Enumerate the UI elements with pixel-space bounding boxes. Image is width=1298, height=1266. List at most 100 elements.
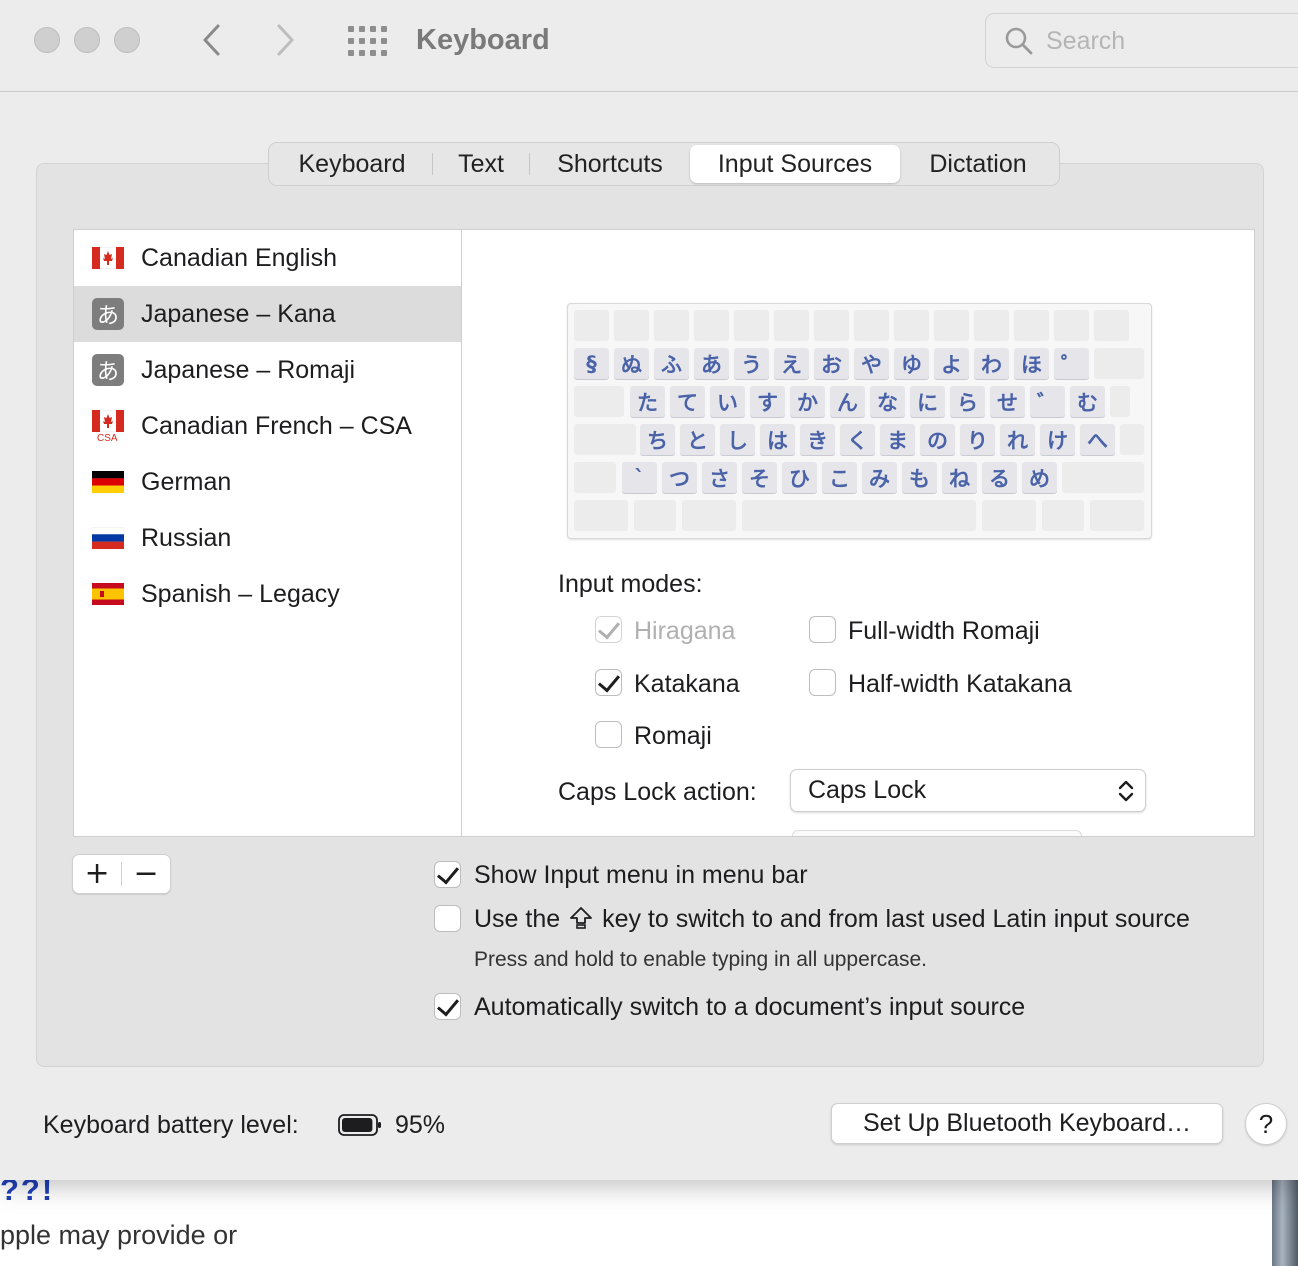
tab-label: Input Sources: [717, 149, 873, 178]
tab-label: Text: [458, 149, 504, 178]
partially-hidden-control: [792, 830, 1082, 836]
keyboard-key-labeled: け: [1040, 424, 1075, 455]
keyboard-key-labeled: ま: [880, 424, 915, 455]
show-all-grid-icon[interactable]: [346, 24, 387, 56]
list-item-label: Japanese – Romaji: [141, 355, 356, 384]
list-item-label: German: [141, 467, 232, 496]
minimize-window-button[interactable]: [74, 27, 100, 53]
keyboard-key-labeled: ゜: [1054, 348, 1089, 379]
keyboard-key-labeled: さ: [702, 462, 737, 493]
keyboard-key-labeled: §: [574, 348, 609, 379]
keyboard-key-labeled: わ: [974, 348, 1009, 379]
keyboard-key-labeled: す: [750, 386, 785, 417]
search-icon: [1005, 27, 1033, 55]
battery-icon: [338, 1114, 381, 1136]
keyboard-key: [814, 310, 849, 341]
keyboard-key-labeled: ゛: [1030, 386, 1065, 417]
caps-lock-action-value: Caps Lock: [808, 776, 927, 804]
list-item-label: Japanese – Kana: [141, 299, 336, 328]
add-remove-control: + −: [72, 854, 171, 894]
keyboard-key-labeled: に: [910, 386, 945, 417]
list-item-label: Russian: [141, 523, 232, 552]
updown-chevron-icon: [1118, 780, 1134, 802]
keyboard-key: [982, 500, 1036, 531]
battery-level-label: Keyboard battery level:: [43, 1111, 299, 1139]
list-item-label: Canadian English: [141, 243, 337, 272]
keyboard-key-labeled: ね: [942, 462, 977, 493]
zoom-window-button[interactable]: [114, 27, 140, 53]
show-input-menu-label: Show Input menu in menu bar: [474, 861, 808, 889]
keyboard-key-labeled: と: [680, 424, 715, 455]
show-input-menu-checkbox[interactable]: [434, 861, 461, 888]
keyboard-key-labeled: ほ: [1014, 348, 1049, 379]
list-item-spanish-legacy[interactable]: Spanish – Legacy: [74, 566, 461, 622]
keyboard-key-labeled: し: [720, 424, 755, 455]
keyboard-layout-preview: § ぬふあうえおやゆよわほ゜たていすかんなにらせ゛むちとしはきくまのりれけへ ` つさ…: [567, 303, 1152, 539]
tab-label: Shortcuts: [557, 149, 663, 178]
tab-dictation[interactable]: Dictation: [900, 145, 1056, 183]
list-item-japanese-romaji[interactable]: あ Japanese – Romaji: [74, 342, 461, 398]
list-item-japanese-kana[interactable]: あ Japanese – Kana: [74, 286, 461, 342]
keyboard-key-labeled: へ: [1080, 424, 1115, 455]
keyboard-key-labeled: ゆ: [894, 348, 929, 379]
keyboard-key-labeled: む: [1070, 386, 1105, 417]
tab-text[interactable]: Text: [433, 145, 529, 183]
keyboard-key: [1120, 424, 1144, 455]
help-button[interactable]: ?: [1245, 1103, 1287, 1145]
keyboard-key: [934, 310, 969, 341]
auto-switch-label: Automatically switch to a document’s inp…: [474, 993, 1026, 1021]
keyboard-key-labeled: る: [982, 462, 1017, 493]
forward-button[interactable]: [264, 18, 308, 62]
caps-lock-action-select[interactable]: Caps Lock: [790, 769, 1146, 812]
add-input-source-button[interactable]: +: [73, 855, 121, 893]
list-item-russian[interactable]: Russian: [74, 510, 461, 566]
setup-bluetooth-keyboard-button[interactable]: Set Up Bluetooth Keyboard…: [831, 1103, 1223, 1144]
keyboard-key: [774, 310, 809, 341]
tab-keyboard[interactable]: Keyboard: [272, 145, 432, 183]
use-caps-key-label-post: key to switch to and from last used Lati…: [602, 905, 1190, 933]
tab-label: Keyboard: [298, 149, 406, 178]
half-width-katakana-label: Half-width Katakana: [848, 670, 1072, 698]
close-window-button[interactable]: [34, 27, 60, 53]
canada-csa-flag-icon: [92, 410, 124, 432]
keyboard-key-labeled: よ: [934, 348, 969, 379]
window-title: Keyboard: [416, 24, 550, 56]
tab-input-sources[interactable]: Input Sources: [690, 145, 900, 183]
background-text: pple may provide or: [0, 1220, 238, 1250]
romaji-checkbox[interactable]: [595, 721, 622, 748]
use-caps-key-label-pre: Use the: [474, 905, 561, 933]
full-width-romaji-label: Full-width Romaji: [848, 617, 1040, 645]
auto-switch-checkbox[interactable]: [434, 993, 461, 1020]
keyboard-key-labeled: て: [670, 386, 705, 417]
russia-flag-icon: [92, 527, 124, 549]
tab-shortcuts[interactable]: Shortcuts: [530, 145, 690, 183]
canada-flag-icon: [92, 247, 124, 269]
list-item-canadian-french-csa[interactable]: CSA Canadian French – CSA: [74, 398, 461, 454]
tab-bar: Keyboard Text Shortcuts Input Sources Di…: [268, 142, 1060, 186]
keyboard-key-labeled: ひ: [782, 462, 817, 493]
keyboard-key: [1094, 310, 1129, 341]
keyboard-key-labeled: り: [960, 424, 995, 455]
use-caps-key-checkbox[interactable]: [434, 905, 461, 932]
remove-input-source-button[interactable]: −: [122, 855, 170, 893]
keyboard-key: [694, 310, 729, 341]
kana-icon: あ: [92, 354, 124, 386]
keyboard-key: [1014, 310, 1049, 341]
list-item-german[interactable]: German: [74, 454, 461, 510]
keyboard-key-labeled: ぬ: [614, 348, 649, 379]
keyboard-key: [1094, 348, 1144, 379]
keyboard-key: [1110, 386, 1130, 417]
half-width-katakana-checkbox[interactable]: [809, 669, 836, 696]
keyboard-key: [682, 500, 736, 531]
spain-flag-icon: [92, 583, 124, 605]
keyboard-key-labeled: な: [870, 386, 905, 417]
back-button[interactable]: [189, 18, 233, 62]
keyboard-key-labeled: え: [774, 348, 809, 379]
full-width-romaji-checkbox[interactable]: [809, 616, 836, 643]
list-item-canadian-english[interactable]: Canadian English: [74, 230, 461, 286]
hiragana-checkbox[interactable]: [595, 616, 622, 643]
input-source-list[interactable]: Canadian English あ Japanese – Kana あ Jap…: [73, 229, 462, 837]
keyboard-key: [734, 310, 769, 341]
keyboard-key: [574, 310, 609, 341]
katakana-checkbox[interactable]: [595, 669, 622, 696]
